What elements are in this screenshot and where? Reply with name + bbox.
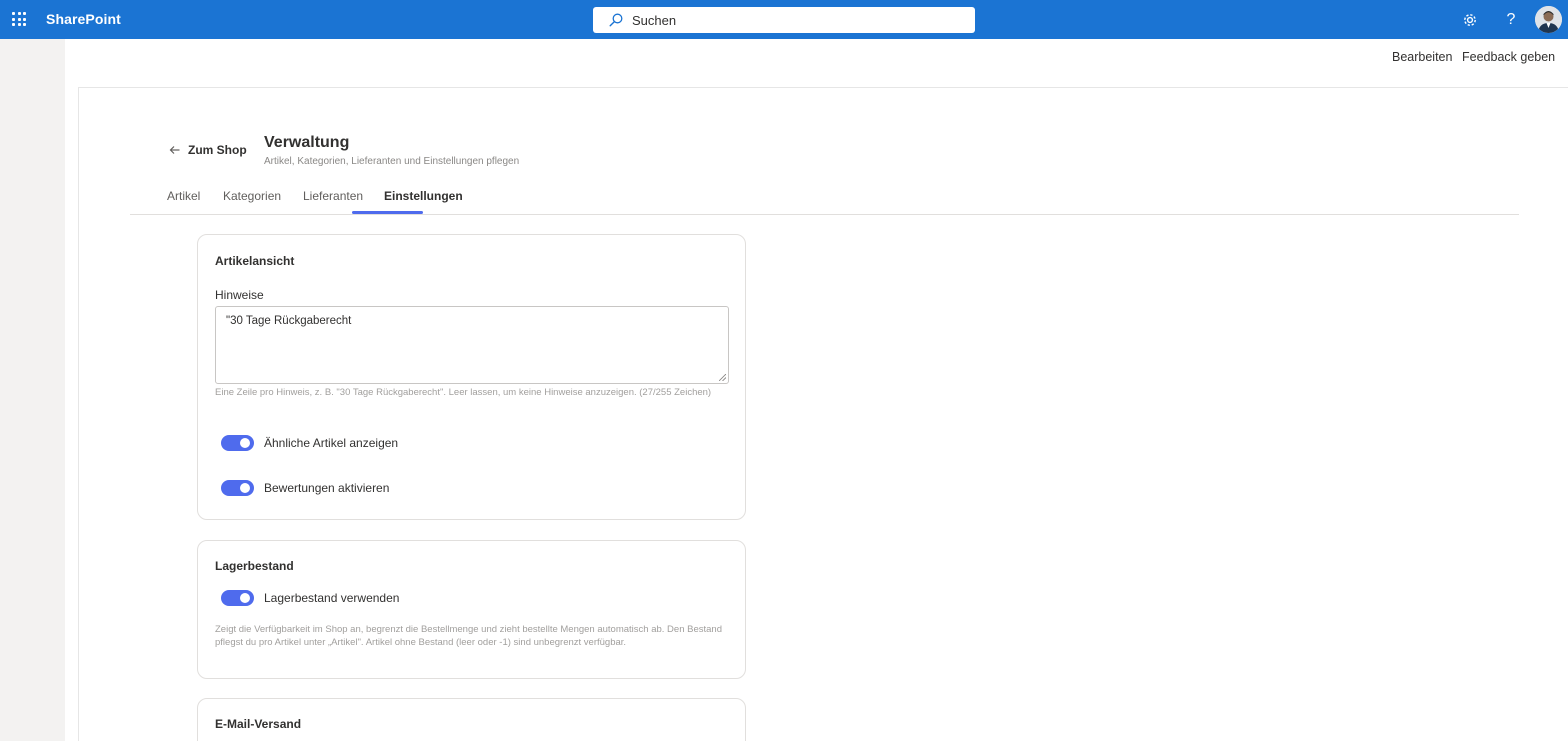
email-card: E-Mail-Versand xyxy=(197,698,746,741)
back-to-shop-link[interactable]: Zum Shop xyxy=(169,143,247,157)
tab-bar: Artikel Kategorien Lieferanten Einstellu… xyxy=(130,185,1519,215)
inventory-title: Lagerbestand xyxy=(215,559,294,573)
inventory-toggle[interactable] xyxy=(221,590,254,606)
resize-handle-icon[interactable] xyxy=(719,374,726,381)
notes-label: Hinweise xyxy=(215,288,264,302)
ratings-toggle-row[interactable]: Bewertungen aktivieren xyxy=(221,480,389,496)
tab-artikel[interactable]: Artikel xyxy=(167,189,200,203)
arrow-left-icon xyxy=(169,146,180,154)
help-icon[interactable]: ? xyxy=(1502,11,1520,29)
similar-articles-label: Ähnliche Artikel anzeigen xyxy=(264,436,399,450)
feedback-button[interactable]: Feedback geben xyxy=(1462,50,1555,64)
article-view-title: Artikelansicht xyxy=(215,254,295,268)
email-title: E-Mail-Versand xyxy=(215,717,302,731)
back-label: Zum Shop xyxy=(188,143,247,157)
search-input[interactable]: Suchen xyxy=(632,13,676,28)
inventory-card: Lagerbestand Lagerbestand verwenden Zeig… xyxy=(197,540,746,679)
notes-value: "30 Tage Rückgaberecht xyxy=(226,315,352,327)
search-icon xyxy=(609,13,623,27)
notes-hint: Eine Zeile pro Hinweis, z. B. "30 Tage R… xyxy=(215,387,712,398)
active-tab-indicator xyxy=(352,211,423,214)
suite-bar: SharePoint Suchen ? xyxy=(0,0,1568,39)
page-subtitle: Artikel, Kategorien, Lieferanten und Ein… xyxy=(264,156,520,167)
ratings-toggle[interactable] xyxy=(221,480,254,496)
search-box[interactable]: Suchen xyxy=(593,7,975,33)
similar-articles-toggle-row[interactable]: Ähnliche Artikel anzeigen xyxy=(221,435,398,451)
left-rail xyxy=(0,39,65,741)
settings-gear-icon[interactable] xyxy=(1461,11,1479,29)
app-launcher-icon[interactable] xyxy=(12,12,26,26)
page-title: Verwaltung xyxy=(264,134,350,151)
edit-button[interactable]: Bearbeiten xyxy=(1392,50,1452,64)
tab-lieferanten[interactable]: Lieferanten xyxy=(303,189,363,203)
similar-articles-toggle[interactable] xyxy=(221,435,254,451)
inventory-toggle-row[interactable]: Lagerbestand verwenden xyxy=(221,590,399,606)
ratings-label: Bewertungen aktivieren xyxy=(264,481,390,495)
article-view-card: Artikelansicht Hinweise "30 Tage Rückgab… xyxy=(197,234,746,520)
inventory-hint: Zeigt die Verfügbarkeit im Shop an, begr… xyxy=(215,624,722,648)
app-brand[interactable]: SharePoint xyxy=(46,11,121,27)
inventory-toggle-label: Lagerbestand verwenden xyxy=(264,591,400,605)
tab-kategorien[interactable]: Kategorien xyxy=(223,189,281,203)
notes-textarea[interactable]: "30 Tage Rückgaberecht xyxy=(215,306,729,384)
tab-einstellungen[interactable]: Einstellungen xyxy=(384,189,463,203)
user-avatar[interactable] xyxy=(1535,6,1562,33)
